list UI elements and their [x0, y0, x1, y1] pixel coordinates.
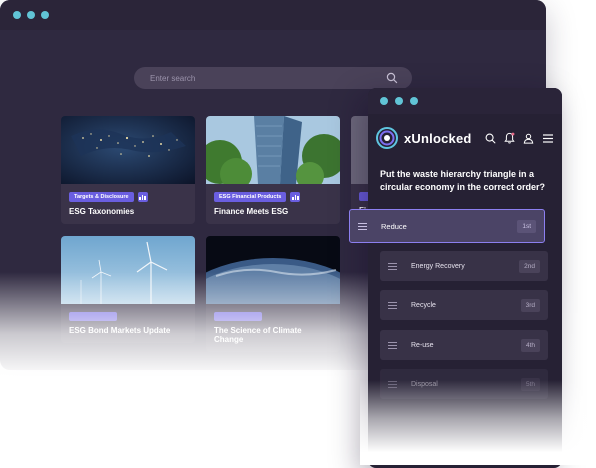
rank-badge: 2nd — [519, 259, 540, 273]
option-label: Disposal — [411, 380, 438, 388]
answer-option[interactable]: Energy Recovery 2nd — [380, 251, 548, 281]
earth-night-image — [61, 116, 195, 184]
course-card[interactable]: The Science of Climate Change — [206, 236, 340, 352]
course-card[interactable]: Targets & Disclosure ESG Taxonomies — [61, 116, 195, 224]
skyscrapers-image — [206, 116, 340, 184]
category-tag[interactable] — [214, 312, 262, 321]
stats-icon[interactable] — [137, 192, 148, 202]
rank-badge: 4th — [520, 338, 540, 352]
wind-turbines-image — [61, 236, 195, 304]
card-title[interactable]: Finance Meets ESG — [214, 207, 332, 216]
card-title[interactable]: ESG Taxonomies — [69, 207, 187, 216]
earth-from-space-image — [206, 236, 340, 304]
option-label: Energy Recovery — [411, 262, 465, 270]
category-tag[interactable] — [69, 312, 117, 321]
drag-handle-icon[interactable] — [388, 301, 397, 309]
quiz-question: Put the waste hierarchy triangle in a ci… — [380, 169, 546, 192]
answer-option[interactable]: Reduce 1st — [349, 209, 545, 243]
rank-badge: 3rd — [520, 298, 540, 312]
rank-badge: 1st — [517, 219, 536, 233]
search-bar[interactable] — [134, 67, 412, 89]
card-title[interactable]: ESG Bond Markets Update — [69, 326, 187, 335]
course-card[interactable]: ESG Financial Products Finance Meets ESG — [206, 116, 340, 224]
window-dot-1[interactable] — [13, 11, 21, 19]
drag-handle-icon[interactable] — [388, 380, 397, 388]
window-dot-2[interactable] — [395, 97, 403, 105]
answer-option[interactable]: Recycle 3rd — [380, 290, 548, 320]
stats-icon[interactable] — [290, 192, 301, 202]
search-icon[interactable] — [485, 133, 496, 144]
search-icon[interactable] — [386, 72, 398, 84]
drag-handle-icon[interactable] — [388, 262, 397, 270]
rank-badge: 5th — [520, 377, 540, 391]
window-dot-3[interactable] — [41, 11, 49, 19]
app-header: xUnlocked — [368, 114, 562, 152]
window-dot-2[interactable] — [27, 11, 35, 19]
answer-option[interactable]: Re-use 4th — [380, 330, 548, 360]
bell-icon[interactable] — [504, 132, 515, 144]
category-tag[interactable]: Targets & Disclosure — [69, 192, 134, 202]
xunlocked-logo-icon[interactable] — [376, 127, 398, 149]
search-input[interactable] — [148, 72, 386, 84]
mobile-titlebar — [368, 88, 562, 114]
course-card[interactable]: ESG Bond Markets Update — [61, 236, 195, 343]
category-tag[interactable]: ESG Financial Products — [214, 192, 287, 202]
window-dot-1[interactable] — [380, 97, 388, 105]
menu-icon[interactable] — [542, 133, 554, 144]
drag-handle-icon[interactable] — [358, 222, 367, 230]
option-label: Recycle — [411, 301, 436, 309]
drag-handle-icon[interactable] — [388, 341, 397, 349]
card-title[interactable]: The Science of Climate Change — [214, 326, 332, 344]
user-icon[interactable] — [523, 133, 534, 144]
answer-option[interactable]: Disposal 5th — [380, 369, 548, 399]
desktop-titlebar — [0, 0, 546, 30]
option-label: Reduce — [381, 221, 407, 231]
option-label: Re-use — [411, 341, 434, 349]
window-dot-3[interactable] — [410, 97, 418, 105]
brand-name[interactable]: xUnlocked — [404, 131, 472, 146]
